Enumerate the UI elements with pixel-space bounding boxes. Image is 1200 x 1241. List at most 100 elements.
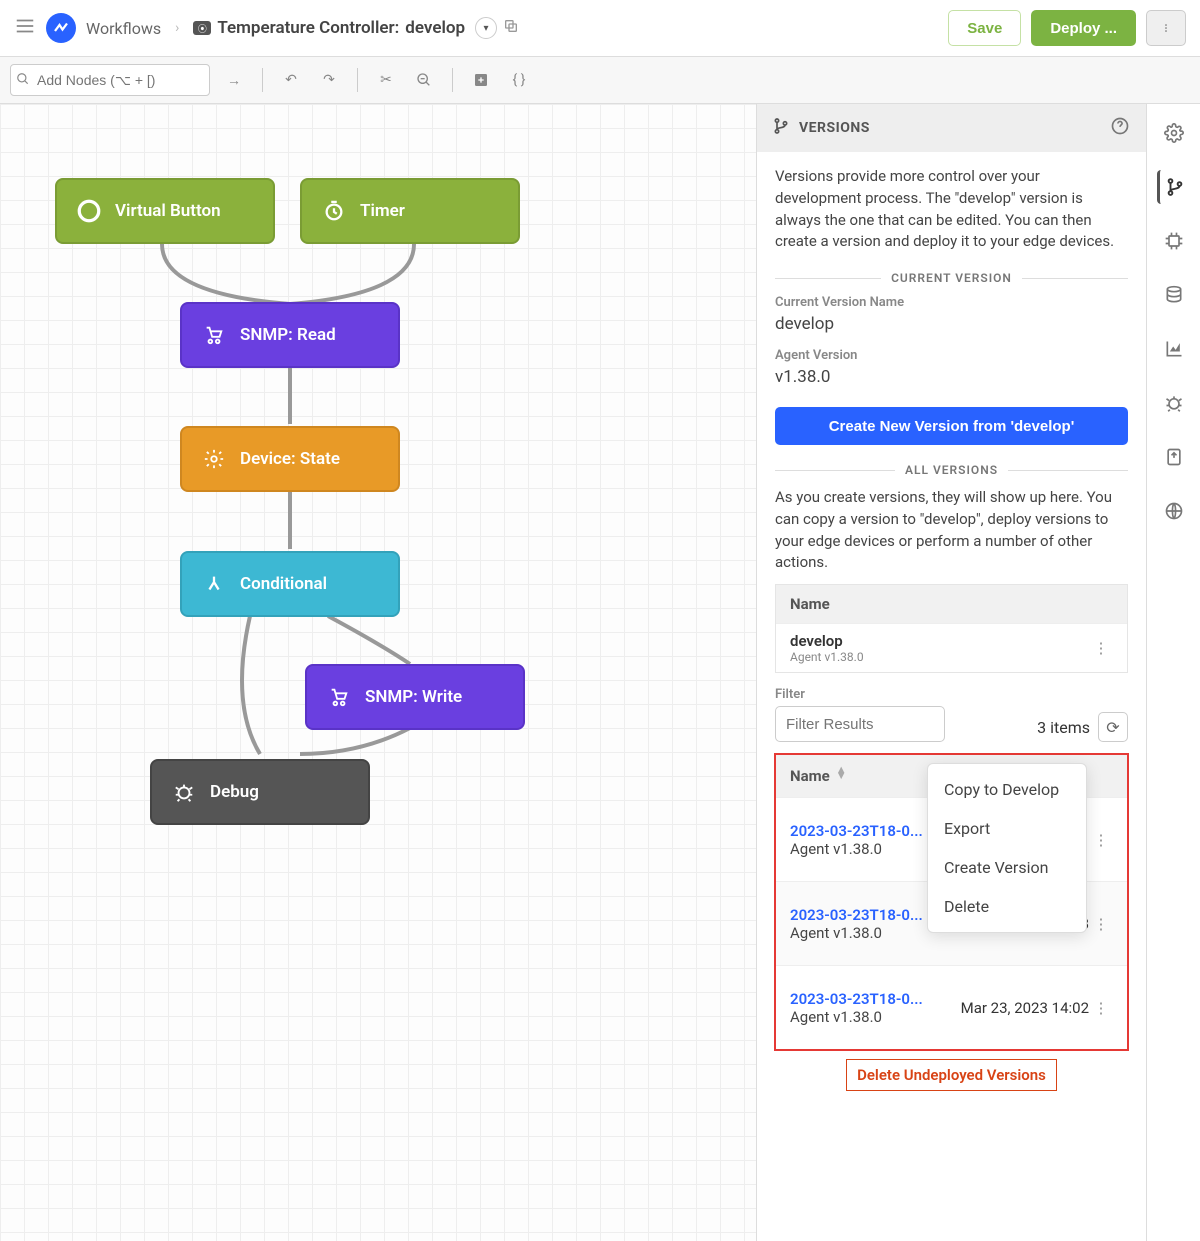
sep: [452, 68, 453, 92]
table-row: develop Agent v1.38.0 ⋮: [776, 623, 1127, 672]
workflow-canvas[interactable]: Virtual Button Timer SNMP: Read Device: …: [0, 104, 756, 1241]
node-timer[interactable]: Timer: [300, 178, 520, 244]
toolbar: → ↶ ↷ ✂ { }: [0, 56, 1200, 104]
branch-dropdown[interactable]: ▾: [475, 17, 497, 39]
snmp-icon: [200, 321, 228, 349]
help-icon[interactable]: [1110, 116, 1130, 140]
branch-icon: [773, 118, 789, 138]
items-count: 3 items: [1037, 718, 1090, 737]
add-panel-icon[interactable]: [467, 66, 495, 94]
settings-icon[interactable]: [1157, 116, 1191, 150]
versions-table: Name ▲▼ 2023-03-23T18-0... Agent v1.38.0…: [775, 754, 1128, 1050]
sec-current: CURRENT VERSION: [775, 271, 1128, 285]
current-table: Name develop Agent v1.38.0 ⋮: [775, 584, 1128, 673]
panel-header: VERSIONS: [757, 104, 1146, 152]
node-device-state[interactable]: Device: State: [180, 426, 400, 492]
row-name[interactable]: develop: [790, 632, 864, 650]
tbl-header-name: Name: [776, 585, 1127, 623]
ctx-export[interactable]: Export: [928, 809, 1086, 848]
node-virtual-button[interactable]: Virtual Button: [55, 178, 275, 244]
gear-icon: [200, 445, 228, 473]
more-button[interactable]: [1146, 10, 1186, 46]
header: Workflows › ⦿ Temperature Controller: dev…: [0, 0, 1200, 56]
delete-undeployed: Delete Undeployed Versions: [775, 1066, 1128, 1084]
ctx-delete[interactable]: Delete: [928, 887, 1086, 926]
versions-panel: VERSIONS Versions provide more control o…: [756, 104, 1146, 1241]
row-sub: Agent v1.38.0: [790, 650, 864, 664]
row-name[interactable]: 2023-03-23T18-0...: [790, 990, 923, 1008]
refresh-button[interactable]: ⟳: [1098, 712, 1128, 742]
branch-name: develop: [405, 18, 465, 38]
goto-icon[interactable]: →: [220, 66, 248, 94]
row-menu-button[interactable]: ⋮: [1089, 912, 1113, 936]
row-menu-button[interactable]: ⋮: [1089, 828, 1113, 852]
redo-icon[interactable]: ↷: [315, 66, 343, 94]
create-version-button[interactable]: Create New Version from 'develop': [775, 407, 1128, 445]
ctx-copy-to-develop[interactable]: Copy to Develop: [928, 770, 1086, 809]
undo-icon[interactable]: ↶: [277, 66, 305, 94]
right-rail: [1146, 104, 1200, 1241]
chart-icon[interactable]: [1157, 332, 1191, 366]
node-snmp-write[interactable]: SNMP: Write: [305, 664, 525, 730]
agent-label: Agent Version: [775, 348, 1128, 363]
breadcrumb-sep: ›: [175, 20, 179, 36]
node-label: Virtual Button: [115, 201, 221, 221]
cut-icon[interactable]: ✂: [372, 66, 400, 94]
circle-icon: [75, 197, 103, 225]
node-snmp-read[interactable]: SNMP: Read: [180, 302, 400, 368]
row-date: Mar 23, 2023 14:02: [951, 999, 1089, 1017]
add-nodes-input[interactable]: [10, 64, 210, 96]
deploy-button[interactable]: Deploy ...: [1031, 10, 1136, 46]
sep: [357, 68, 358, 92]
versions-icon[interactable]: [1157, 170, 1191, 204]
row-sub: Agent v1.38.0: [790, 840, 923, 858]
node-conditional[interactable]: Conditional: [180, 551, 400, 617]
workflow-name: Temperature Controller:: [217, 18, 399, 38]
row-context-menu: Copy to Develop Export Create Version De…: [927, 763, 1087, 933]
panel-title: VERSIONS: [799, 120, 870, 136]
zoom-out-icon[interactable]: [410, 66, 438, 94]
row-menu-button[interactable]: ⋮: [1089, 636, 1113, 660]
filter-input[interactable]: [775, 706, 945, 742]
search-icon: [16, 72, 30, 90]
sec-all: ALL VERSIONS: [775, 463, 1128, 477]
breadcrumb-root[interactable]: Workflows: [86, 19, 161, 38]
save-button[interactable]: Save: [948, 10, 1021, 46]
row-sub: Agent v1.38.0: [790, 924, 923, 942]
node-debug[interactable]: Debug: [150, 759, 370, 825]
timer-icon: [320, 197, 348, 225]
deploy-target-icon[interactable]: [1157, 440, 1191, 474]
snmp-icon: [325, 683, 353, 711]
row-menu-button[interactable]: ⋮: [1089, 996, 1113, 1020]
add-nodes: [10, 64, 210, 96]
branch-icon: [200, 570, 228, 598]
table-row: 2023-03-23T18-0... Agent v1.38.0 Mar 23,…: [776, 965, 1127, 1049]
cur-name-label: Current Version Name: [775, 295, 1128, 310]
node-label: Timer: [360, 201, 405, 221]
type-icon: ⦿: [193, 21, 211, 35]
database-icon[interactable]: [1157, 278, 1191, 312]
code-icon[interactable]: { }: [505, 66, 533, 94]
sep: [262, 68, 263, 92]
row-name[interactable]: 2023-03-23T18-0...: [790, 822, 923, 840]
node-label: SNMP: Write: [365, 687, 462, 707]
all-intro: As you create versions, they will show u…: [775, 487, 1128, 574]
node-label: Device: State: [240, 449, 340, 469]
agent-value: v1.38.0: [775, 367, 1128, 387]
ctx-create-version[interactable]: Create Version: [928, 848, 1086, 887]
node-label: Debug: [210, 782, 259, 802]
node-label: SNMP: Read: [240, 325, 336, 345]
delete-undeployed-button[interactable]: Delete Undeployed Versions: [846, 1059, 1057, 1091]
row-name[interactable]: 2023-03-23T18-0...: [790, 906, 923, 924]
chip-icon[interactable]: [1157, 224, 1191, 258]
bug-icon[interactable]: [1157, 386, 1191, 420]
app-logo[interactable]: [46, 13, 76, 43]
panel-intro: Versions provide more control over your …: [775, 166, 1128, 253]
row-sub: Agent v1.38.0: [790, 1008, 923, 1026]
node-label: Conditional: [240, 574, 327, 594]
globe-icon[interactable]: [1157, 494, 1191, 528]
bug-icon: [170, 778, 198, 806]
menu-icon[interactable]: [14, 15, 36, 41]
breadcrumb-current: ⦿ Temperature Controller: develop ▾: [193, 17, 519, 39]
copy-icon[interactable]: [503, 18, 519, 38]
